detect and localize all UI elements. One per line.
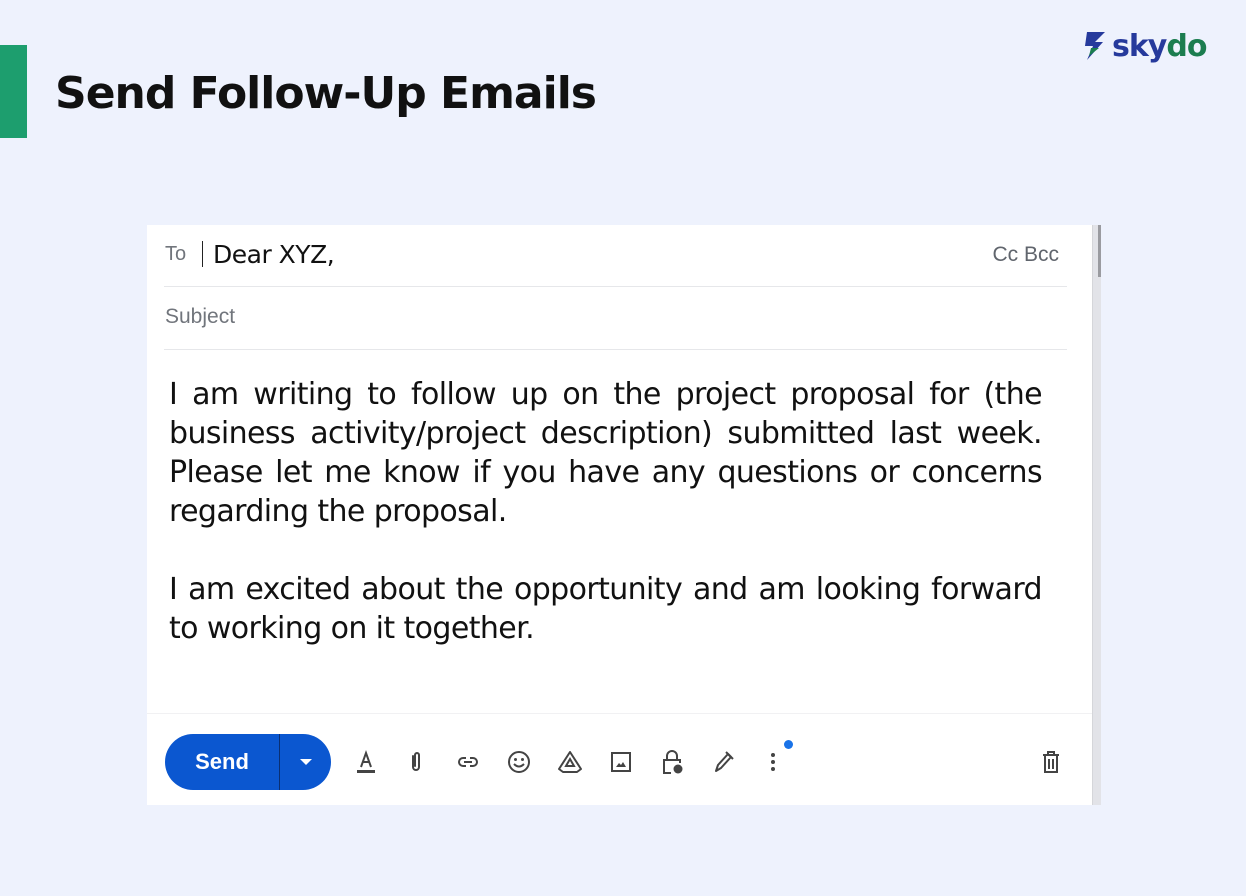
compose-window: To Dear XYZ, Cc Bcc Subject I am writing… <box>147 225 1098 805</box>
subject-input[interactable]: Subject <box>165 305 235 329</box>
skydo-logo-icon <box>1085 32 1105 60</box>
page-title: Send Follow-Up Emails <box>55 68 597 119</box>
confidential-icon <box>663 750 683 774</box>
attach-button[interactable] <box>399 745 433 779</box>
link-icon <box>458 757 478 767</box>
more-options-button[interactable] <box>756 745 790 779</box>
send-button-group: Send <box>165 734 331 790</box>
send-button[interactable]: Send <box>165 734 279 790</box>
formatting-icon <box>357 750 375 773</box>
caret-down-icon <box>299 759 312 765</box>
toolbar-divider <box>147 713 1092 714</box>
logo-text: skydo <box>1112 28 1207 64</box>
scroll-thumb[interactable] <box>1098 225 1101 277</box>
to-label: To <box>165 243 187 265</box>
body-paragraph: I am writing to follow up on the project… <box>169 377 1043 529</box>
scrollbar[interactable] <box>1092 225 1101 805</box>
text-cursor <box>202 241 203 267</box>
signature-icon <box>715 751 734 772</box>
formatting-button[interactable] <box>349 745 383 779</box>
skydo-logo: skydo <box>1083 28 1207 64</box>
body-paragraph: I am excited about the opportunity and a… <box>169 572 1043 646</box>
discard-draft-button[interactable] <box>1034 745 1068 779</box>
drive-icon <box>558 751 582 773</box>
message-body[interactable]: I am writing to follow up on the project… <box>169 375 1043 687</box>
insert-link-button[interactable] <box>451 745 485 779</box>
notification-dot <box>784 740 793 749</box>
schedule-send-dropdown[interactable] <box>280 734 331 790</box>
accent-bar <box>0 45 27 138</box>
drive-button[interactable] <box>553 745 587 779</box>
insert-photo-button[interactable] <box>604 745 638 779</box>
cc-bcc-button[interactable]: Cc Bcc <box>992 243 1059 267</box>
emoji-button[interactable] <box>502 745 536 779</box>
subject-field-row[interactable]: Subject <box>164 287 1067 350</box>
signature-button[interactable] <box>706 745 740 779</box>
attach-icon <box>412 752 420 771</box>
to-input[interactable]: Dear XYZ, <box>213 240 335 269</box>
confidential-mode-button[interactable] <box>655 745 689 779</box>
emoji-icon <box>508 751 530 773</box>
photo-icon <box>611 752 631 772</box>
more-options-icon <box>771 753 775 771</box>
delete-icon <box>1043 751 1059 773</box>
to-field-row[interactable]: To Dear XYZ, Cc Bcc <box>164 225 1067 287</box>
